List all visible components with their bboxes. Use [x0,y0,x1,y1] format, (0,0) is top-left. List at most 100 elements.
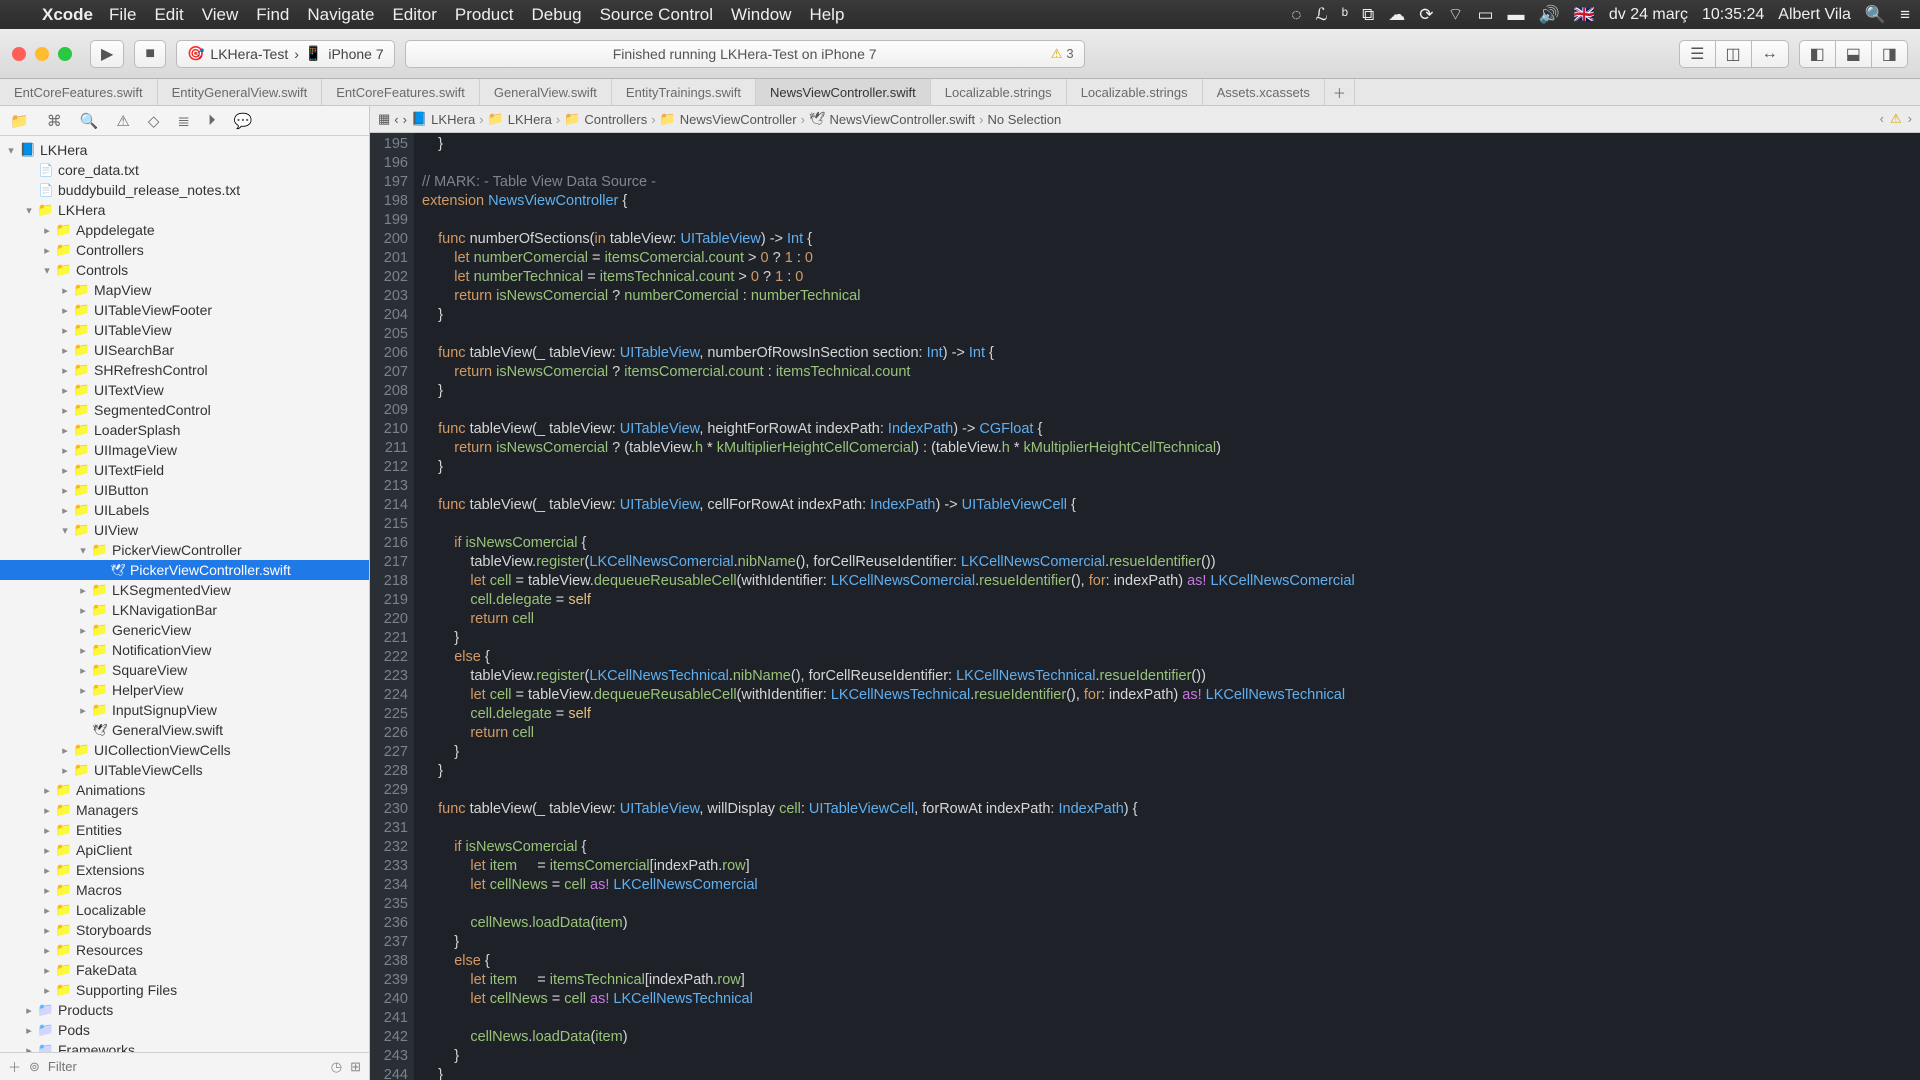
tree-item[interactable]: ▸HelperView [0,680,369,700]
display-icon[interactable]: ▭ [1477,5,1493,25]
project-navigator-tab-icon[interactable]: 📁 [10,112,29,130]
scm-filter-icon[interactable]: ⊞ [350,1059,361,1075]
close-window-button[interactable] [12,47,26,61]
issue-navigator-tab-icon[interactable]: ⚠︎ [116,112,129,130]
tab-item[interactable]: Localizable.strings [931,79,1067,105]
tree-item[interactable]: ▸Controllers [0,240,369,260]
tab-item[interactable]: EntCoreFeatures.swift [322,79,480,105]
tree-item[interactable]: GeneralView.swift [0,720,369,740]
tree-item[interactable]: ▸Storyboards [0,920,369,940]
status-icon[interactable]: ◌ [1291,5,1301,25]
zoom-window-button[interactable] [58,47,72,61]
sync-icon[interactable]: ⟳ [1419,5,1433,25]
input-flag-icon[interactable]: 🇬🇧 [1574,5,1595,25]
new-tab-button[interactable]: ＋ [1325,79,1355,105]
find-navigator-tab-icon[interactable]: 🔍 [80,112,99,130]
file-tree[interactable]: ▾LKHeracore_data.txtbuddybuild_release_n… [0,136,369,1052]
tree-item[interactable]: ▸UILabels [0,500,369,520]
filter-input[interactable] [48,1059,323,1074]
cloud-icon[interactable]: ☁ [1388,5,1405,25]
menu-window[interactable]: Window [731,5,791,25]
recent-filter-icon[interactable]: ◷ [331,1059,342,1075]
tree-item[interactable]: ▸UITextField [0,460,369,480]
tree-item[interactable]: ▸Entities [0,820,369,840]
menu-edit[interactable]: Edit [154,5,183,25]
tab-item[interactable]: EntCoreFeatures.swift [0,79,158,105]
tree-item[interactable]: ▸NotificationView [0,640,369,660]
tree-item[interactable]: ▸FakeData [0,960,369,980]
tree-item[interactable]: ▸Managers [0,800,369,820]
menu-view[interactable]: View [202,5,239,25]
tree-item[interactable]: ▸SquareView [0,660,369,680]
version-editor-button[interactable]: ↔ [1751,40,1789,68]
assistant-editor-button[interactable]: ◫ [1715,40,1751,68]
tree-item[interactable]: ▸UITextView [0,380,369,400]
tree-item[interactable]: ▸Extensions [0,860,369,880]
notification-center-icon[interactable]: ≡ [1900,5,1910,25]
tree-item[interactable]: ▾UIView [0,520,369,540]
tab-item[interactable]: GeneralView.swift [480,79,612,105]
tree-root[interactable]: ▾LKHera [0,140,369,160]
report-navigator-tab-icon[interactable]: 💬 [233,112,252,130]
symbol-navigator-tab-icon[interactable]: ⌘ [47,112,62,130]
stop-button[interactable]: ■ [134,40,166,68]
tree-item-selected[interactable]: PickerViewController.swift [0,560,369,580]
back-button[interactable]: ‹ [394,112,398,127]
tab-item-active[interactable]: NewsViewController.swift [756,79,931,105]
issues-indicator[interactable]: ⚠︎3 [1051,46,1074,62]
tab-item[interactable]: EntityTrainings.swift [612,79,756,105]
tree-item[interactable]: core_data.txt [0,160,369,180]
tree-item[interactable]: ▾PickerViewController [0,540,369,560]
tree-item[interactable]: ▸Animations [0,780,369,800]
tree-item[interactable]: ▸Resources [0,940,369,960]
volume-icon[interactable]: 🔊 [1539,5,1560,25]
spotlight-icon[interactable]: 🔍 [1865,5,1886,25]
minimize-window-button[interactable] [35,47,49,61]
tab-item[interactable]: Assets.xcassets [1203,79,1325,105]
tree-item[interactable]: ▸UISearchBar [0,340,369,360]
tree-item[interactable]: ▸Frameworks [0,1040,369,1052]
toggle-debug-button[interactable]: ⬓ [1835,40,1871,68]
menu-editor[interactable]: Editor [392,5,436,25]
menu-debug[interactable]: Debug [531,5,581,25]
code-text[interactable]: } // MARK: - Table View Data Source - ex… [414,133,1355,1080]
battery-icon[interactable]: ▬ [1508,5,1525,25]
wifi-icon[interactable]: ⌔ [1447,4,1463,25]
toggle-inspector-button[interactable]: ◨ [1871,40,1908,68]
tree-item[interactable]: ▸Pods [0,1020,369,1040]
tree-item[interactable]: ▸LKNavigationBar [0,600,369,620]
tree-item[interactable]: ▸UITableView [0,320,369,340]
toggle-navigator-button[interactable]: ◧ [1799,40,1835,68]
breakpoint-navigator-tab-icon[interactable]: ⏵ [208,112,216,129]
tree-item[interactable]: ▸SHRefreshControl [0,360,369,380]
jump-prev-icon[interactable]: ‹ [1880,111,1884,127]
tree-item[interactable]: ▸SegmentedControl [0,400,369,420]
standard-editor-button[interactable]: ☰ [1679,40,1714,68]
warning-icon[interactable]: ⚠︎ [1890,111,1902,127]
code-view[interactable]: 1951961971981992002012022032042052062072… [370,133,1920,1080]
jump-seg[interactable]: NewsViewController.swift [829,112,975,127]
menu-find[interactable]: Find [256,5,289,25]
tree-item[interactable]: ▸GenericView [0,620,369,640]
menubar-date[interactable]: dv 24 març [1609,6,1688,24]
related-items-icon[interactable]: ▦ [378,111,390,127]
menu-source-control[interactable]: Source Control [600,5,713,25]
test-navigator-tab-icon[interactable]: ◇ [148,112,160,130]
tree-item[interactable]: ▸LoaderSplash [0,420,369,440]
tree-item[interactable]: ▸ApiClient [0,840,369,860]
menubar-time[interactable]: 10:35:24 [1702,6,1764,24]
jump-bar[interactable]: ▦ ‹ › 📘LKHera 📁LKHera 📁Controllers 📁News… [370,106,1920,133]
tree-item[interactable]: ▸UITableViewFooter [0,300,369,320]
tree-item[interactable]: buddybuild_release_notes.txt [0,180,369,200]
run-button[interactable]: ▶ [90,40,124,68]
jump-seg[interactable]: LKHera [508,112,552,127]
menu-product[interactable]: Product [455,5,514,25]
tree-item[interactable]: ▸Localizable [0,900,369,920]
app-name[interactable]: Xcode [42,5,93,25]
menubar-user[interactable]: Albert Vila [1778,6,1851,24]
status-icon[interactable]: ᵇ [1342,5,1348,25]
forward-button[interactable]: › [403,112,407,127]
tree-item[interactable]: ▸Products [0,1000,369,1020]
tree-item[interactable]: ▸UITableViewCells [0,760,369,780]
menu-navigate[interactable]: Navigate [307,5,374,25]
